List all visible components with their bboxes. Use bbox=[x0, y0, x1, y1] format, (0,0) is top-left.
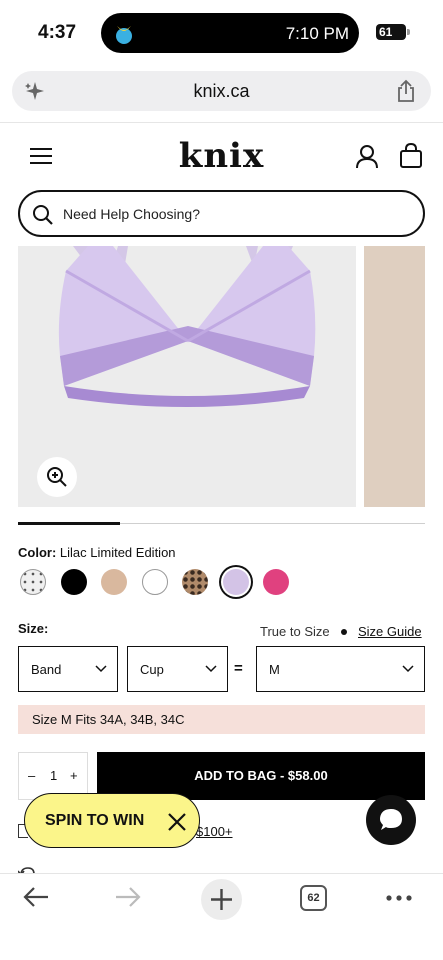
battery-icon: 61 bbox=[376, 24, 410, 40]
separator-dot bbox=[341, 629, 347, 635]
color-label: Color: Lilac Limited Edition bbox=[18, 545, 176, 560]
forward-icon[interactable] bbox=[114, 884, 142, 910]
qty-decrease-button[interactable]: – bbox=[28, 768, 35, 783]
plus-icon bbox=[211, 889, 232, 910]
product-image-next[interactable] bbox=[364, 246, 425, 507]
spin-to-win-label: SPIN TO WIN bbox=[45, 812, 145, 829]
color-swatch-pink[interactable] bbox=[263, 569, 289, 595]
qty-value[interactable]: 1 bbox=[50, 768, 57, 783]
color-label-key: Color: bbox=[18, 545, 57, 560]
bag-icon[interactable] bbox=[399, 143, 423, 169]
chevron-down-icon bbox=[402, 665, 414, 673]
zoom-in-icon bbox=[47, 467, 67, 487]
color-swatch-white[interactable] bbox=[141, 569, 168, 595]
free-shipping-link[interactable]: $100+ bbox=[196, 824, 233, 839]
search-icon bbox=[33, 205, 53, 225]
app-activity-icon bbox=[116, 26, 132, 44]
size-fit-banner: Size M Fits 34A, 34B, 34C bbox=[18, 705, 425, 734]
chevron-down-icon bbox=[95, 665, 107, 673]
url-text[interactable]: knix.ca bbox=[12, 81, 431, 102]
color-value: Lilac Limited Edition bbox=[59, 545, 176, 560]
color-swatch-leopard[interactable] bbox=[182, 569, 208, 595]
size-select[interactable]: M bbox=[256, 646, 425, 692]
size-value: M bbox=[269, 662, 280, 677]
search-bar[interactable]: Need Help Choosing? bbox=[18, 190, 425, 237]
status-bar: 4:37 7:10 PM 61 bbox=[0, 0, 443, 64]
color-swatch-polka-dot[interactable] bbox=[20, 569, 46, 595]
back-icon[interactable] bbox=[22, 884, 50, 910]
size-fit-text: Size M Fits 34A, 34B, 34C bbox=[32, 712, 185, 727]
true-to-size: True to Size bbox=[260, 624, 330, 639]
cup-select[interactable]: Cup bbox=[127, 646, 228, 692]
band-value: Band bbox=[31, 662, 62, 677]
status-time: 4:37 bbox=[38, 22, 77, 43]
account-icon[interactable] bbox=[354, 143, 380, 169]
color-swatch-lilac[interactable] bbox=[222, 569, 249, 595]
band-select[interactable]: Band bbox=[18, 646, 118, 692]
chat-button[interactable] bbox=[366, 795, 416, 845]
dynamic-island: 7:10 PM bbox=[101, 13, 359, 53]
size-label: Size: bbox=[18, 621, 49, 636]
browser-toolbar: 62 bbox=[0, 873, 443, 960]
more-icon[interactable] bbox=[386, 895, 412, 901]
address-bar[interactable]: knix.ca bbox=[12, 71, 431, 111]
close-icon[interactable] bbox=[167, 812, 187, 832]
island-time: 7:10 PM bbox=[285, 24, 349, 43]
equals-sign: = bbox=[234, 660, 243, 677]
chat-bubble-icon bbox=[380, 809, 402, 830]
size-guide-link[interactable]: Size Guide bbox=[358, 624, 422, 639]
chevron-down-icon bbox=[205, 665, 217, 673]
search-placeholder: Need Help Choosing? bbox=[63, 206, 200, 222]
cup-value: Cup bbox=[140, 662, 164, 677]
spin-to-win-button[interactable]: SPIN TO WIN bbox=[24, 793, 200, 848]
qty-increase-button[interactable]: + bbox=[70, 768, 78, 783]
tabs-button[interactable]: 62 bbox=[300, 885, 327, 911]
new-tab-button[interactable] bbox=[201, 879, 242, 920]
screen: 4:37 7:10 PM 61 knix.ca knix Need Help C… bbox=[0, 0, 443, 960]
gallery-progress-fill bbox=[18, 522, 120, 525]
share-icon[interactable] bbox=[395, 79, 417, 103]
color-swatch-beige[interactable] bbox=[101, 569, 127, 595]
zoom-button[interactable] bbox=[37, 457, 77, 497]
divider bbox=[0, 122, 443, 123]
color-swatch-black[interactable] bbox=[60, 569, 87, 595]
